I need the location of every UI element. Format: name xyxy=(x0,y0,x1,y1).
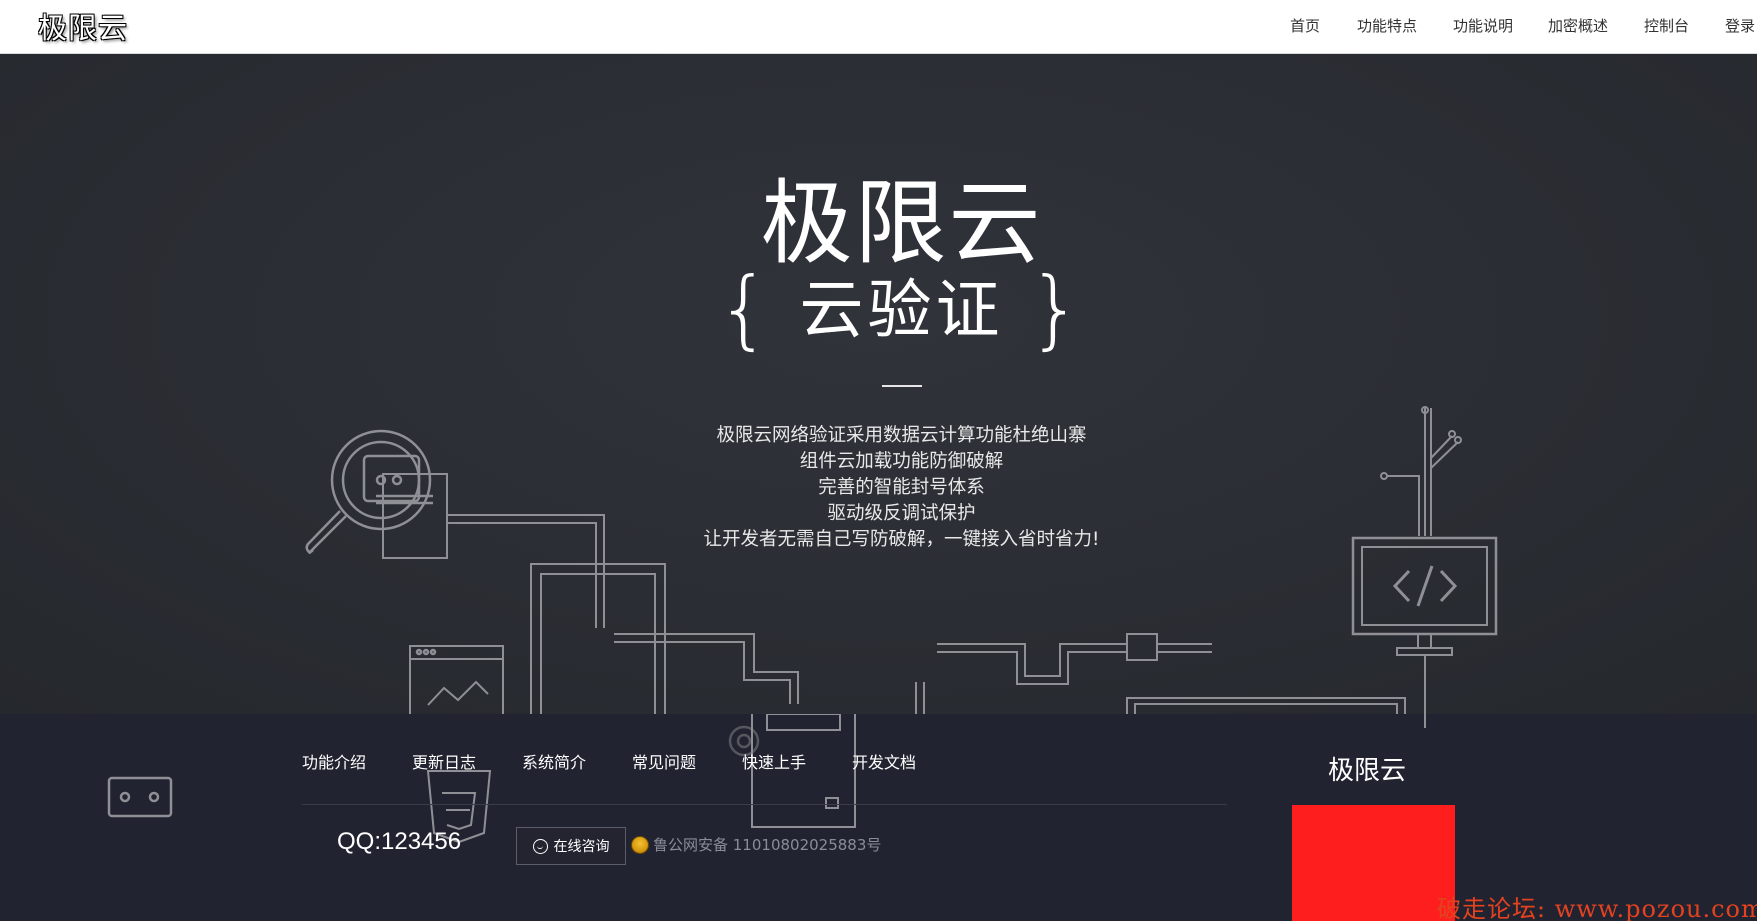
hero-desc-line: 极限云网络验证采用数据云计算功能杜绝山寨 xyxy=(716,425,1087,446)
nav-console[interactable]: 控制台 xyxy=(1644,15,1689,36)
online-consult-button[interactable]: 在线咨询 xyxy=(516,827,626,865)
hero-desc-line: 驱动级反调试保护 xyxy=(827,503,976,524)
nav-function-guide[interactable]: 功能说明 xyxy=(1453,15,1513,36)
main-nav: 首页 功能特点 功能说明 加密概述 控制台 登录 xyxy=(0,15,1757,39)
online-consult-label: 在线咨询 xyxy=(553,839,610,855)
code-monitor-icon xyxy=(1351,536,1498,714)
smile-icon xyxy=(532,838,548,854)
browser-window-icon xyxy=(409,645,504,714)
police-record-text: 鲁公网安备 11010802025883号 xyxy=(653,836,882,854)
device-icon xyxy=(107,776,173,818)
hero-desc-line: 完善的智能封号体系 xyxy=(818,477,985,498)
footer-link-faq[interactable]: 常见问题 xyxy=(632,749,696,773)
tall-panel-icon xyxy=(530,563,666,714)
footer-link-system-intro[interactable]: 系统简介 xyxy=(522,749,586,773)
nav-login[interactable]: 登录 xyxy=(1725,15,1755,36)
nav-encryption-overview[interactable]: 加密概述 xyxy=(1548,15,1608,36)
hero-desc-line: 让开发者无需自己写防破解，一键接入省时省力! xyxy=(703,529,1100,550)
hero-subtitle-text: 云验证 xyxy=(799,274,1004,348)
hero-subtitle: { 云验证 } xyxy=(0,259,1757,359)
footer-link-dev-docs[interactable]: 开发文档 xyxy=(852,749,916,773)
nav-features[interactable]: 功能特点 xyxy=(1357,15,1417,36)
top-navbar: 极限云 首页 功能特点 功能说明 加密概述 控制台 登录 xyxy=(0,0,1757,54)
police-badge-icon xyxy=(631,835,649,854)
footer-brand: 极限云 xyxy=(1328,756,1407,786)
brace-open: { xyxy=(716,259,776,359)
footer-divider xyxy=(302,804,1227,805)
hero-divider xyxy=(882,385,922,387)
site-watermark: 破走论坛: www.pozou.com xyxy=(1437,895,1757,921)
footer-link-intro[interactable]: 功能介绍 xyxy=(302,749,366,773)
hero-section: 极限云 { 云验证 } 极限云网络验证采用数据云计算功能杜绝山寨 组件云加载功能… xyxy=(0,54,1757,714)
nav-home[interactable]: 首页 xyxy=(1290,15,1320,36)
hero-desc-line: 组件云加载功能防御破解 xyxy=(799,451,1004,472)
footer-link-changelog[interactable]: 更新日志 xyxy=(412,749,476,773)
redacted-qr-block xyxy=(1292,805,1455,921)
brace-close: } xyxy=(1027,259,1087,359)
qq-contact: QQ:123456 xyxy=(337,828,462,855)
footer-link-quickstart[interactable]: 快速上手 xyxy=(742,749,806,773)
hero-description: 极限云网络验证采用数据云计算功能杜绝山寨 组件云加载功能防御破解 完善的智能封号… xyxy=(0,423,1757,553)
police-record-link[interactable]: 鲁公网安备 11010802025883号 xyxy=(631,834,881,855)
